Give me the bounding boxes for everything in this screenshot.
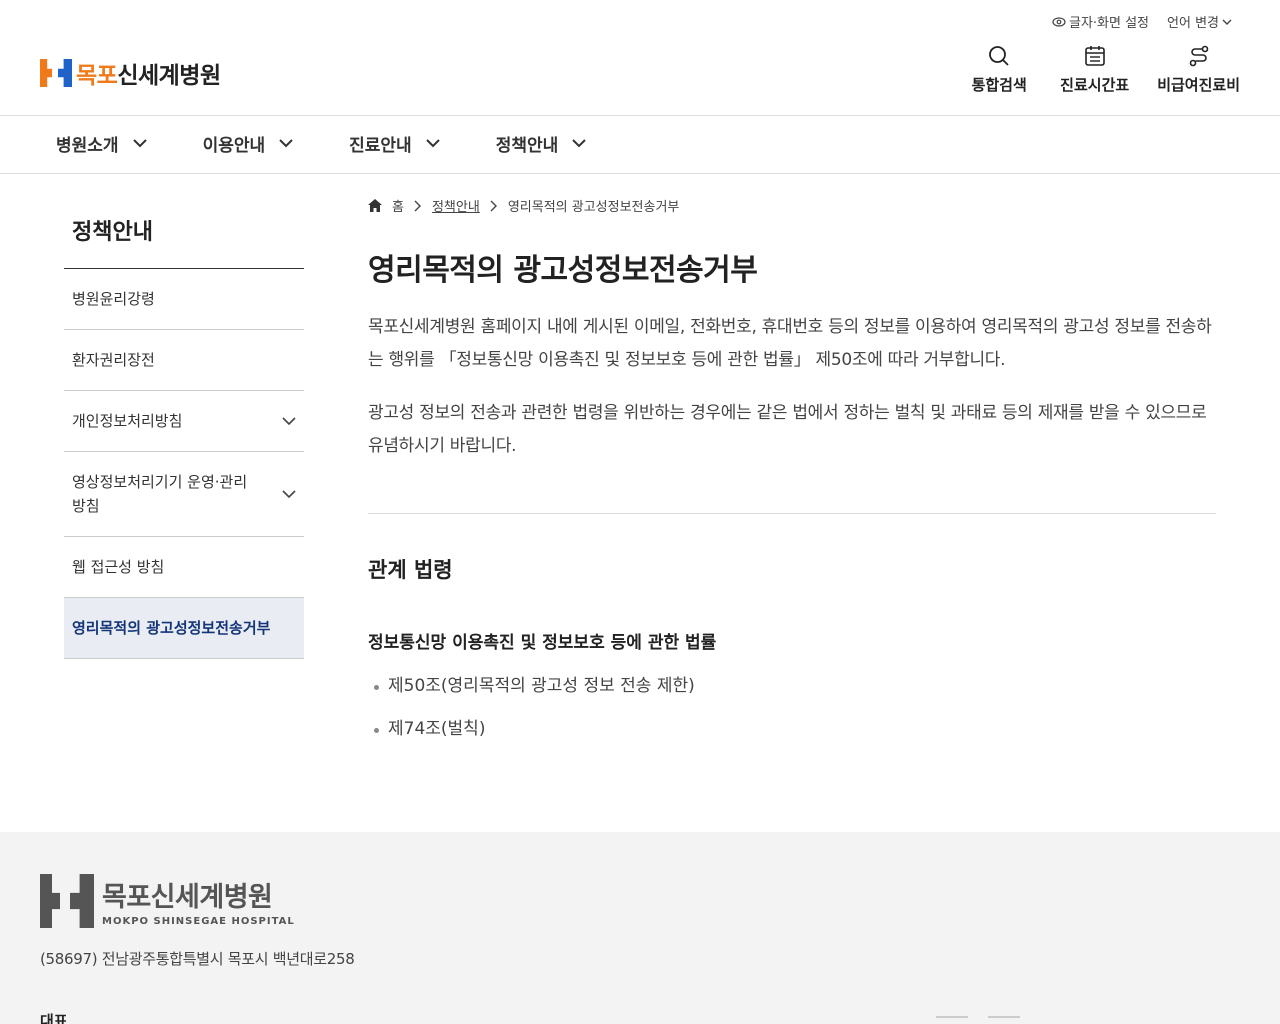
sidebar-item-label: 환자권리장전 xyxy=(72,351,155,369)
breadcrumb: 홈 정책안내 영리목적의 광고성정보전송거부 xyxy=(368,196,1216,215)
sidebar-item-label: 영상정보처리기기 운영·관리 방침 xyxy=(72,473,248,515)
route-icon xyxy=(1189,45,1208,67)
sidebar-item-label: 영리목적의 광고성정보전송거부 xyxy=(72,619,271,637)
language-change-label: 언어 변경 xyxy=(1167,16,1219,31)
law-article-list: 제50조(영리목적의 광고성 정보 전송 제한) 제74조(벌칙) xyxy=(368,665,1216,751)
site-header: 목포신세계병원 글자·화면 설정 언어 변경 통합검색 진료시간표 비급여진료비 xyxy=(0,0,1280,116)
home-icon xyxy=(368,199,382,212)
sidebar-item-ad-refusal[interactable]: 영리목적의 광고성정보전송거부 xyxy=(64,598,304,659)
sidebar-item-ethics-code[interactable]: 병원윤리강령 xyxy=(64,269,304,330)
breadcrumb-home-link[interactable]: 홈 xyxy=(392,196,404,215)
nav-item-treatment-guide[interactable]: 진료안내 xyxy=(349,131,458,156)
sidebar-item-privacy-policy[interactable]: 개인정보처리방침 xyxy=(64,391,304,452)
breadcrumb-current: 영리목적의 광고성정보전송거부 xyxy=(507,200,680,215)
footer-logo-english: MOKPO SHINSEGAE HOSPITAL xyxy=(102,916,295,927)
sidebar-item-label: 개인정보처리방침 xyxy=(72,412,183,430)
footer-partial-content xyxy=(936,1016,1020,1024)
sidebar-item-label: 병원윤리강령 xyxy=(72,290,155,308)
law-title: 정보통신망 이용촉진 및 정보보호 등에 관한 법률 xyxy=(368,633,717,653)
chevron-down-icon xyxy=(425,139,440,148)
footer-logo: 목포신세계병원 MOKPO SHINSEGAE HOSPITAL xyxy=(40,874,295,928)
chevron-down-icon xyxy=(572,139,586,148)
quick-schedule-button[interactable]: 진료시간표 xyxy=(1060,44,1129,95)
main-content: 홈 정책안내 영리목적의 광고성정보전송거부 영리목적의 광고성정보전송거부 목… xyxy=(368,196,1216,751)
nav-item-policy-guide[interactable]: 정책안내 xyxy=(496,131,605,156)
chevron-down-icon xyxy=(282,416,296,425)
quick-search-button[interactable]: 통합검색 xyxy=(966,44,1032,95)
page-title: 영리목적의 광고성정보전송거부 xyxy=(368,253,758,288)
utility-menu: 글자·화면 설정 언어 변경 xyxy=(1052,12,1232,31)
quick-schedule-label: 진료시간표 xyxy=(1060,76,1130,94)
font-screen-settings-button[interactable]: 글자·화면 설정 xyxy=(1052,12,1149,31)
nav-item-label: 정책안내 xyxy=(495,136,559,156)
nav-item-label: 진료안내 xyxy=(349,136,412,156)
sidebar-item-label: 웹 접근성 방침 xyxy=(72,558,165,576)
chevron-right-icon xyxy=(490,200,497,211)
sidebar-item-cctv-policy[interactable]: 영상정보처리기기 운영·관리 방침 xyxy=(64,452,304,537)
nav-item-label: 이용안내 xyxy=(202,136,266,156)
nav-item-hospital-intro[interactable]: 병원소개 xyxy=(56,131,165,156)
quick-menu: 통합검색 진료시간표 비급여진료비 xyxy=(966,44,1240,95)
site-footer: 목포신세계병원 MOKPO SHINSEGAE HOSPITAL (58697)… xyxy=(0,832,1280,1024)
list-item: 제50조(영리목적의 광고성 정보 전송 제한) xyxy=(368,665,1216,708)
chevron-right-icon xyxy=(414,200,421,211)
eye-settings-icon xyxy=(1052,16,1066,27)
sidebar-title: 정책안내 xyxy=(64,196,304,269)
calendar-icon xyxy=(1084,46,1105,66)
logo-mark-icon xyxy=(40,57,72,89)
logo-text-primary: 목포 xyxy=(76,63,118,89)
quick-noncovered-fee-button[interactable]: 비급여진료비 xyxy=(1157,44,1240,95)
warning-paragraph: 광고성 정보의 전송과 관련한 법령을 위반하는 경우에는 같은 법에서 정하는… xyxy=(368,403,1207,456)
list-item: 제74조(벌칙) xyxy=(368,708,1216,751)
chevron-down-icon xyxy=(1222,19,1232,25)
font-screen-settings-label: 글자·화면 설정 xyxy=(1068,16,1150,31)
site-logo[interactable]: 목포신세계병원 xyxy=(40,56,221,90)
nav-item-label: 병원소개 xyxy=(56,136,119,156)
main-navigation: 병원소개 이용안내 진료안내 정책안내 xyxy=(0,117,1280,174)
sidebar-item-patient-rights[interactable]: 환자권리장전 xyxy=(64,330,304,391)
footer-logo-mark-icon xyxy=(40,874,94,928)
language-change-button[interactable]: 언어 변경 xyxy=(1167,12,1232,31)
logo-text-secondary: 신세계병원 xyxy=(117,63,221,89)
intro-paragraph: 목포신세계병원 홈페이지 내에 게시된 이메일, 전화번호, 휴대번호 등의 정… xyxy=(368,317,1212,370)
nav-item-usage-guide[interactable]: 이용안내 xyxy=(203,131,312,156)
chevron-down-icon xyxy=(132,139,147,148)
section-divider xyxy=(368,513,1216,514)
footer-address: (58697) 전남광주통합특별시 목포시 백년대로258 xyxy=(40,950,355,968)
related-laws-heading: 관계 법령 xyxy=(368,558,453,582)
footer-logo-korean: 목포신세계병원 xyxy=(102,882,273,913)
sidebar-item-accessibility-policy[interactable]: 웹 접근성 방침 xyxy=(64,537,304,598)
chevron-down-icon xyxy=(279,139,293,148)
sidebar: 정책안내 병원윤리강령 환자권리장전 개인정보처리방침 영상정보처리기기 운영·… xyxy=(64,196,304,659)
quick-noncovered-fee-label: 비급여진료비 xyxy=(1157,76,1240,94)
chevron-down-icon xyxy=(282,489,296,498)
search-icon xyxy=(989,46,1009,66)
breadcrumb-policy-link[interactable]: 정책안내 xyxy=(432,196,480,215)
quick-search-label: 통합검색 xyxy=(971,76,1027,94)
footer-representative-label: 대표 xyxy=(40,1012,68,1024)
